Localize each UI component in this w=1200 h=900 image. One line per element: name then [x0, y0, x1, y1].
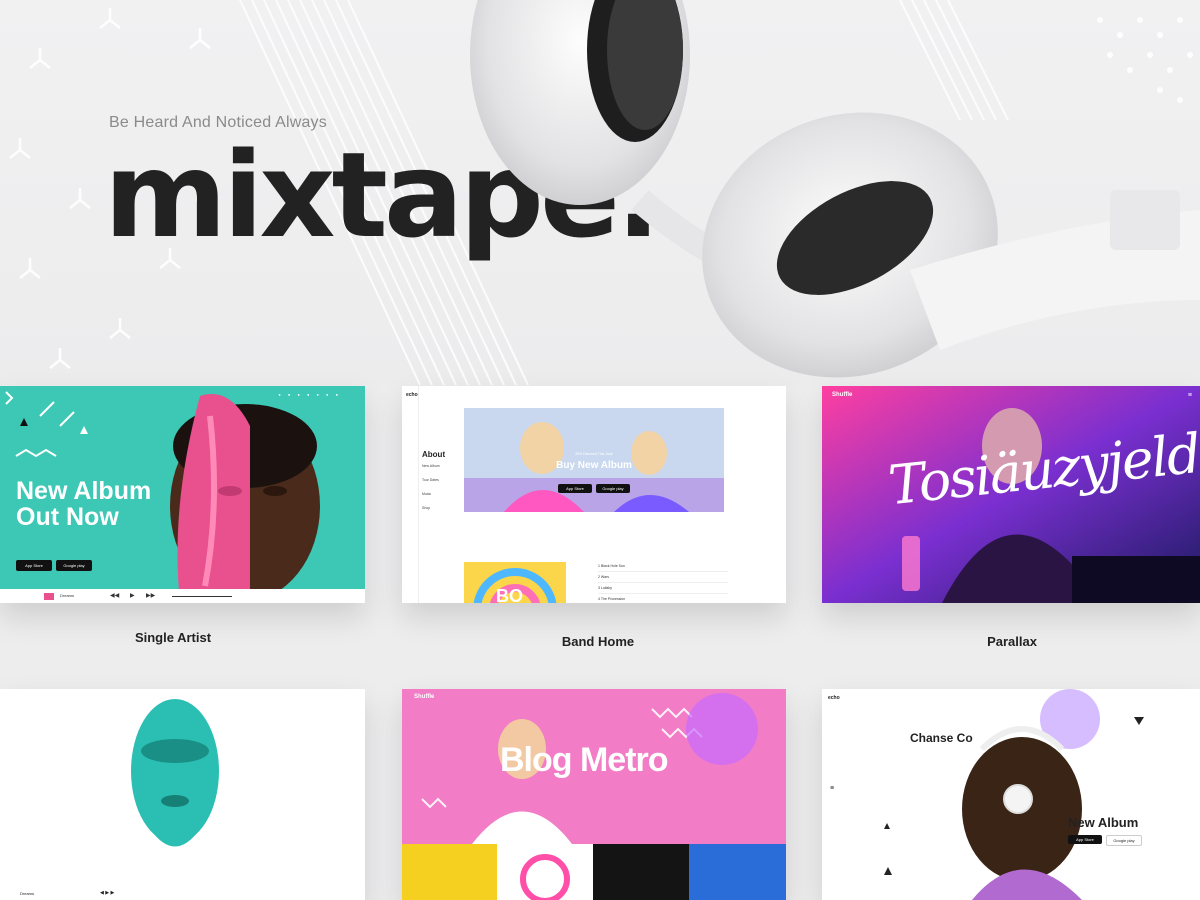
music-player-bar: Dreams ◀◀ ▶ ▶▶: [0, 589, 365, 603]
app-store-button[interactable]: App Store: [16, 560, 52, 571]
prev-icon[interactable]: ◀◀: [110, 592, 119, 599]
menu-item-new-album[interactable]: New Album: [422, 464, 440, 468]
menu-item-tour-dates[interactable]: Tour Dates: [422, 478, 439, 482]
menu-item-music[interactable]: Music: [422, 492, 431, 496]
progress-bar[interactable]: [172, 596, 232, 597]
album-art: BO: [464, 562, 566, 603]
band-home-sidebar: [402, 386, 419, 603]
play-icon[interactable]: ▶: [130, 592, 135, 599]
blog-metro-artwork: [402, 689, 786, 900]
player-thumbnail: [44, 593, 54, 600]
app-store-button[interactable]: App Store: [1068, 835, 1102, 844]
demo-card-blog-metro[interactable]: Shuffle Blog Metro: [402, 689, 786, 900]
artist-name: Chanse Co: [910, 731, 973, 745]
demo-card-parallax[interactable]: Shuffle ≡ Tosiäuzyjeld: [822, 386, 1200, 603]
demo-card-single-artist[interactable]: ● ● ● ● ● ● ● New Album Out Now App Stor…: [0, 386, 365, 603]
card-label-band-home: Band Home: [561, 634, 635, 649]
menu-icon[interactable]: ≡: [830, 785, 834, 792]
google-play-button[interactable]: Google play: [596, 484, 630, 493]
google-play-button[interactable]: Google play: [56, 560, 92, 571]
track-item[interactable]: 1 Black Hole Sun: [598, 562, 728, 572]
hero-section: Be Heard And Noticed Always mixtape.: [0, 0, 1200, 385]
headline-line-1: New Album: [16, 477, 152, 505]
single-artist-nav: ● ● ● ● ● ● ●: [278, 392, 341, 397]
google-play-button[interactable]: Google play: [1106, 835, 1142, 846]
blog-metro-headline: Blog Metro: [500, 741, 669, 779]
artist-headphones-artwork: [884, 689, 1144, 900]
app-store-button[interactable]: App Store: [558, 484, 592, 493]
band-home-hero-image: 30% Discount This June Buy New Album App…: [464, 408, 724, 512]
headphones-image: [470, 0, 1200, 378]
track-item[interactable]: 3 Lullaby: [598, 584, 728, 594]
band-home-logo: echo: [406, 392, 418, 398]
band-home-menu-title: About: [422, 450, 446, 459]
new-album-headline: New Album: [1068, 815, 1139, 830]
album-art-text: BO: [496, 586, 523, 603]
demo-card-artist-minimal[interactable]: Dreams ◀ ▶ ▶: [0, 689, 365, 900]
headline-line-2: Out Now: [16, 503, 119, 531]
track-item[interactable]: 2 Wars: [598, 573, 728, 583]
player-track-title: Dreams: [20, 891, 35, 896]
player-track-title: Dreams: [60, 593, 75, 598]
next-icon[interactable]: ▶▶: [146, 592, 155, 599]
demo-card-new-album[interactable]: echo Chanse Co New Album App Store Googl…: [822, 689, 1200, 900]
play-icon[interactable]: ◀ ▶ ▶: [100, 890, 114, 896]
card-label-single-artist: Single Artist: [134, 630, 212, 645]
blog-metro-brand: Shuffle: [414, 694, 435, 700]
single-artist-headline: New Album Out Now: [16, 478, 151, 530]
menu-icon[interactable]: ≡: [1188, 392, 1192, 399]
teal-face-artwork: [131, 699, 219, 847]
card-label-parallax: Parallax: [987, 634, 1037, 649]
demo-card-band-home[interactable]: echo About New Album Tour Dates Music Sh…: [402, 386, 786, 603]
menu-item-shop[interactable]: Shop: [422, 506, 430, 510]
buy-album-headline: Buy New Album: [556, 460, 632, 471]
discount-text: 30% Discount This June: [575, 452, 613, 456]
track-item[interactable]: 4 The Procession: [598, 595, 728, 603]
parallax-brand: Shuffle: [832, 392, 853, 398]
